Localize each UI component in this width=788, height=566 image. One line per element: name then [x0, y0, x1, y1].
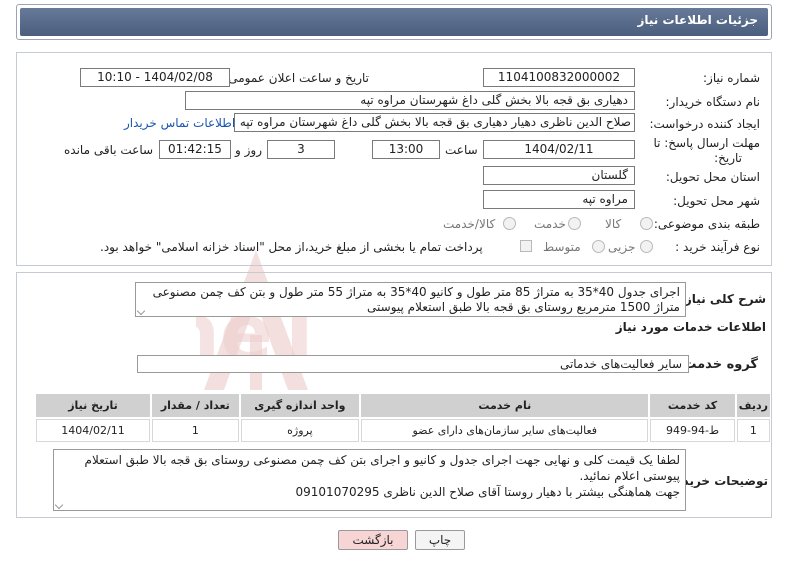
buyer-notes-line-1: لطفا یک قیمت کلی و نهایی جهت اجرای جدول …: [84, 453, 680, 483]
announce-label: تاریخ و ساعت اعلان عمومی:: [224, 71, 369, 85]
page-title: جزئیات اطلاعات نیاز: [637, 13, 758, 27]
services-table: ردیف کد خدمت نام خدمت واحد اندازه گیری ت…: [34, 392, 772, 444]
requester-label: ایجاد کننده درخواست:: [649, 117, 760, 131]
remaining-time-field: 01:42:15: [159, 140, 231, 159]
payment-note: پرداخت تمام یا بخشی از مبلغ خرید،از محل …: [100, 240, 483, 254]
col-quantity: تعداد / مقدار: [152, 394, 239, 417]
col-service-name: نام خدمت: [361, 394, 649, 417]
buyer-notes-textarea: لطفا یک قیمت کلی و نهایی جهت اجرای جدول …: [53, 449, 686, 511]
description-label: شرح کلی نیاز:: [680, 292, 766, 306]
table-row: 1 ط-94-949 فعالیت‌های سایر سازمان‌های دا…: [36, 419, 770, 442]
back-button[interactable]: بازگشت: [338, 530, 408, 550]
print-button[interactable]: چاپ: [415, 530, 465, 550]
process-radio-medium[interactable]: [592, 240, 605, 253]
cell-quantity: 1: [152, 419, 239, 442]
buyer-contact-link[interactable]: اطلاعات تماس خریدار: [124, 116, 235, 130]
col-unit: واحد اندازه گیری: [240, 394, 360, 417]
deadline-label-date: تاریخ:: [714, 151, 742, 165]
col-need-date: تاریخ نیاز: [36, 394, 151, 417]
resize-grip-icon[interactable]: [54, 500, 64, 510]
process-option-minor: جزیی: [608, 240, 636, 254]
col-row-number: ردیف: [736, 394, 770, 417]
buyer-notes-line-2: جهت هماهنگی بیشتر با دهیار روستا آقای صل…: [295, 485, 680, 499]
remaining-label: ساعت باقی مانده: [64, 143, 154, 157]
need-number-field: 1104100832000002: [483, 68, 635, 87]
deadline-time-field: 13:00: [372, 140, 440, 159]
service-group-field: سایر فعالیت‌های خدماتی: [137, 355, 689, 373]
process-option-medium: متوسط: [543, 240, 581, 254]
treasury-checkbox[interactable]: [520, 240, 532, 252]
services-section-title: اطلاعات خدمات مورد نیاز: [615, 320, 766, 334]
province-label: استان محل تحویل:: [665, 170, 760, 184]
service-group-label: گروه خدمت:: [678, 357, 758, 372]
cell-row-number: 1: [736, 419, 770, 442]
category-radio-both[interactable]: [503, 217, 516, 230]
category-option-service: خدمت: [534, 217, 566, 231]
page-header: جزئیات اطلاعات نیاز: [16, 4, 772, 40]
days-field: 3: [267, 140, 335, 159]
category-radio-service[interactable]: [568, 217, 581, 230]
resize-grip-icon[interactable]: [136, 306, 146, 316]
need-number-label: شماره نیاز:: [703, 71, 760, 85]
category-radio-goods[interactable]: [640, 217, 653, 230]
city-label: شهر محل تحویل:: [673, 194, 760, 208]
table-header-row: ردیف کد خدمت نام خدمت واحد اندازه گیری ت…: [36, 394, 770, 417]
col-service-code: کد خدمت: [650, 394, 735, 417]
category-label: طبقه بندی موضوعی:: [653, 217, 760, 231]
province-field: گلستان: [483, 166, 635, 185]
description-textarea: اجرای جدول 40*35 به متراژ 85 متر طول و ک…: [135, 282, 686, 317]
deadline-date-field: 1404/02/11: [483, 140, 635, 159]
buyer-org-field: دهیاری بق قجه بالا بخش گلی داغ شهرستان م…: [185, 91, 635, 110]
city-field: مراوه تپه: [483, 190, 635, 209]
category-option-goods: کالا: [605, 217, 622, 231]
buyer-org-label: نام دستگاه خریدار:: [665, 95, 761, 109]
header-bar: جزئیات اطلاعات نیاز: [20, 8, 768, 36]
deadline-label: مهلت ارسال پاسخ: تا: [653, 136, 760, 150]
cell-need-date: 1404/02/11: [36, 419, 151, 442]
announce-field: 1404/02/08 - 10:10: [80, 68, 230, 87]
deadline-time-label: ساعت: [445, 143, 478, 157]
process-radio-minor[interactable]: [640, 240, 653, 253]
cell-service-name: فعالیت‌های سایر سازمان‌های دارای عضو: [361, 419, 649, 442]
category-option-both: کالا/خدمت: [443, 217, 496, 231]
days-label: روز و: [235, 143, 262, 157]
requester-field: صلاح الدین ناظری دهیار دهیاری بق قجه بال…: [234, 113, 635, 132]
cell-unit: پروژه: [240, 419, 360, 442]
cell-service-code: ط-94-949: [650, 419, 735, 442]
description-text: اجرای جدول 40*35 به متراژ 85 متر طول و ک…: [152, 285, 680, 314]
process-label: نوع فرآیند خرید :: [675, 240, 760, 254]
